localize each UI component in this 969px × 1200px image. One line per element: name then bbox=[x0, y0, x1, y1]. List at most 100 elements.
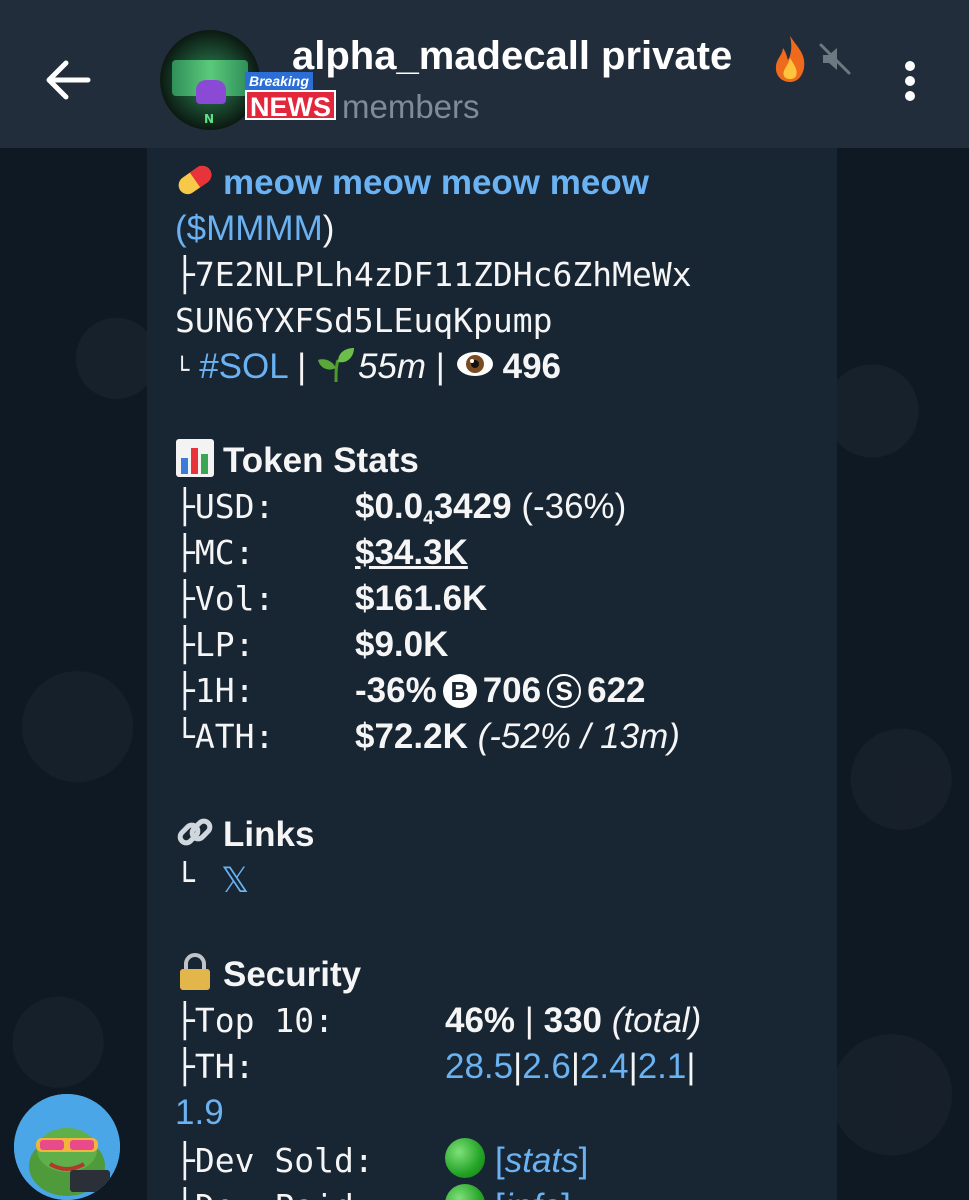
stat-lp-row: ├LP: $9.0K bbox=[175, 622, 448, 668]
back-button[interactable] bbox=[38, 50, 98, 110]
usd-value-zeros: 4 bbox=[423, 508, 434, 529]
chat-title[interactable]: alpha_madecall private bbox=[292, 34, 732, 79]
branch-mid-glyph: ├ bbox=[175, 255, 195, 294]
branch-mid-glyph: ├ bbox=[175, 1141, 195, 1180]
h1-label-text: 1H: bbox=[194, 671, 255, 710]
branch-mid-glyph: ├ bbox=[175, 671, 195, 710]
sells-icon: S bbox=[547, 674, 582, 708]
branch-mid-glyph: ├ bbox=[175, 533, 195, 572]
token-name-row: meow meow meow meow bbox=[175, 160, 649, 206]
green-circle-icon bbox=[445, 1138, 485, 1178]
lock-icon bbox=[180, 953, 210, 990]
volume-value: $161.6K bbox=[355, 579, 488, 618]
usd-label-text: USD: bbox=[194, 487, 275, 526]
links-x-row: └ 𝕏 bbox=[175, 858, 249, 904]
holder-share-4[interactable]: 2.1 bbox=[638, 1047, 687, 1086]
separator: | bbox=[513, 1047, 523, 1086]
holder-share-3[interactable]: 2.4 bbox=[580, 1047, 629, 1086]
stat-1h-label: ├1H: bbox=[175, 668, 355, 714]
ticker-link[interactable]: $MMMM bbox=[187, 209, 323, 248]
more-vertical-icon bbox=[905, 61, 915, 101]
usd-change: (-36%) bbox=[521, 487, 627, 526]
buys-icon: B bbox=[442, 674, 477, 708]
stat-vol-label: ├Vol: bbox=[175, 576, 355, 622]
avatar-person-graphic bbox=[196, 80, 226, 104]
top-holders-row-2: 1.9 bbox=[175, 1090, 224, 1136]
ath-value: $72.2K bbox=[355, 717, 468, 756]
dev-sold-stats-text: stats bbox=[504, 1141, 579, 1180]
h1-change: -36% bbox=[355, 671, 437, 710]
top10-total: 330 bbox=[543, 1001, 603, 1040]
seedling-icon bbox=[317, 348, 354, 383]
token-name-link[interactable]: meow meow meow meow bbox=[223, 163, 649, 202]
branch-end-glyph: └ bbox=[175, 717, 195, 756]
address-row-2: SUN6YXFSd5LEuqKpump bbox=[175, 298, 553, 344]
ticker-row: ($MMMM) bbox=[175, 206, 334, 252]
market-cap-value[interactable]: $34.3K bbox=[355, 533, 468, 572]
token-age: 55m bbox=[357, 347, 427, 386]
avatar-letter: N bbox=[204, 112, 215, 126]
dev-paid-label-text: Dev Paid: bbox=[195, 1187, 374, 1200]
link-chain-icon bbox=[177, 818, 213, 846]
th-label-text: TH: bbox=[194, 1047, 255, 1086]
stat-ath-row: └ATH: $72.2K (-52% / 13m) bbox=[175, 714, 680, 760]
branch-end-glyph: └ bbox=[175, 356, 190, 384]
token-stats-title: Token Stats bbox=[223, 441, 419, 480]
usd-value-prefix: $0.0 bbox=[355, 487, 424, 526]
branch-mid-glyph: ├ bbox=[175, 1047, 195, 1086]
address-row-1: ├7E2NLPLh4zDF11ZDHc6ZhMeWx bbox=[175, 252, 692, 298]
branch-mid-glyph: ├ bbox=[175, 1187, 195, 1200]
views-count: 496 bbox=[502, 347, 562, 386]
separator: | bbox=[435, 347, 445, 386]
chat-screen: N Breaking NEWS alpha_madecall private m… bbox=[0, 0, 969, 1200]
top10-total-label: (total) bbox=[611, 1001, 702, 1040]
stat-ath-label: └ATH: bbox=[175, 714, 355, 760]
h1-sells: 622 bbox=[587, 671, 646, 710]
usd-value: $0.043429 bbox=[355, 487, 512, 529]
ath-detail: (-52% / 13m) bbox=[477, 717, 680, 756]
more-menu-button[interactable] bbox=[890, 56, 930, 106]
th-label: ├TH: bbox=[175, 1044, 445, 1090]
dev-sold-row: ├Dev Sold: [stats] bbox=[175, 1138, 588, 1184]
stat-vol-row: ├Vol: $161.6K bbox=[175, 576, 487, 622]
contract-address-part-1[interactable]: 7E2NLPLh4zDF11ZDHc6ZhMeWx bbox=[195, 255, 692, 294]
stat-usd-label: ├USD: bbox=[175, 484, 355, 530]
chain-age-views-row: └ #SOL | 55m | 496 bbox=[175, 344, 561, 393]
x-link[interactable]: 𝕏 bbox=[221, 861, 249, 900]
stat-1h-row: ├1H: -36% B 706 S 622 bbox=[175, 668, 646, 714]
muted-speaker-icon bbox=[819, 43, 851, 75]
branch-mid-glyph: ├ bbox=[175, 1001, 195, 1040]
dev-sold-stats-link[interactable]: [stats] bbox=[495, 1141, 588, 1180]
sender-avatar[interactable] bbox=[14, 1094, 120, 1200]
vol-label-text: Vol: bbox=[194, 579, 275, 618]
holder-share-5[interactable]: 1.9 bbox=[175, 1093, 224, 1132]
stat-lp-label: ├LP: bbox=[175, 622, 355, 668]
stat-mc-label: ├MC: bbox=[175, 530, 355, 576]
chain-hashtag-link[interactable]: #SOL bbox=[199, 347, 287, 386]
top10-percent: 46% bbox=[445, 1001, 516, 1040]
separator: | bbox=[570, 1047, 580, 1086]
dev-paid-info-text: info bbox=[505, 1187, 561, 1200]
message-bubble: meow meow meow meow ($MMMM) ├7E2NLPLh4zD… bbox=[147, 148, 837, 1200]
frog-avatar-icon bbox=[14, 1094, 120, 1200]
dev-paid-label: ├Dev Paid: bbox=[175, 1184, 445, 1200]
contract-address-part-2[interactable]: SUN6YXFSd5LEuqKpump bbox=[175, 301, 553, 340]
top-holders-row: ├TH: 28.5|2.6|2.4|2.1| bbox=[175, 1044, 695, 1090]
eye-icon bbox=[456, 352, 493, 376]
dev-sold-label: ├Dev Sold: bbox=[175, 1138, 445, 1184]
liquidity-value: $9.0K bbox=[355, 625, 449, 664]
ath-label-text: ATH: bbox=[194, 717, 275, 756]
lp-label-text: LP: bbox=[194, 625, 255, 664]
top10-label-text: Top 10: bbox=[194, 1001, 334, 1040]
green-circle-icon bbox=[445, 1184, 485, 1200]
ticker-open-paren: ( bbox=[175, 209, 187, 248]
mc-label-text: MC: bbox=[194, 533, 255, 572]
dev-paid-info-link[interactable]: [info] bbox=[495, 1187, 571, 1200]
branch-mid-glyph: ├ bbox=[175, 579, 195, 618]
fire-icon bbox=[775, 36, 805, 82]
links-heading: Links bbox=[175, 812, 314, 858]
branch-end-glyph: └ bbox=[175, 861, 195, 900]
stat-mc-row: ├MC: $34.3K bbox=[175, 530, 468, 576]
holder-share-2[interactable]: 2.6 bbox=[522, 1047, 571, 1086]
holder-share-1[interactable]: 28.5 bbox=[445, 1047, 513, 1086]
